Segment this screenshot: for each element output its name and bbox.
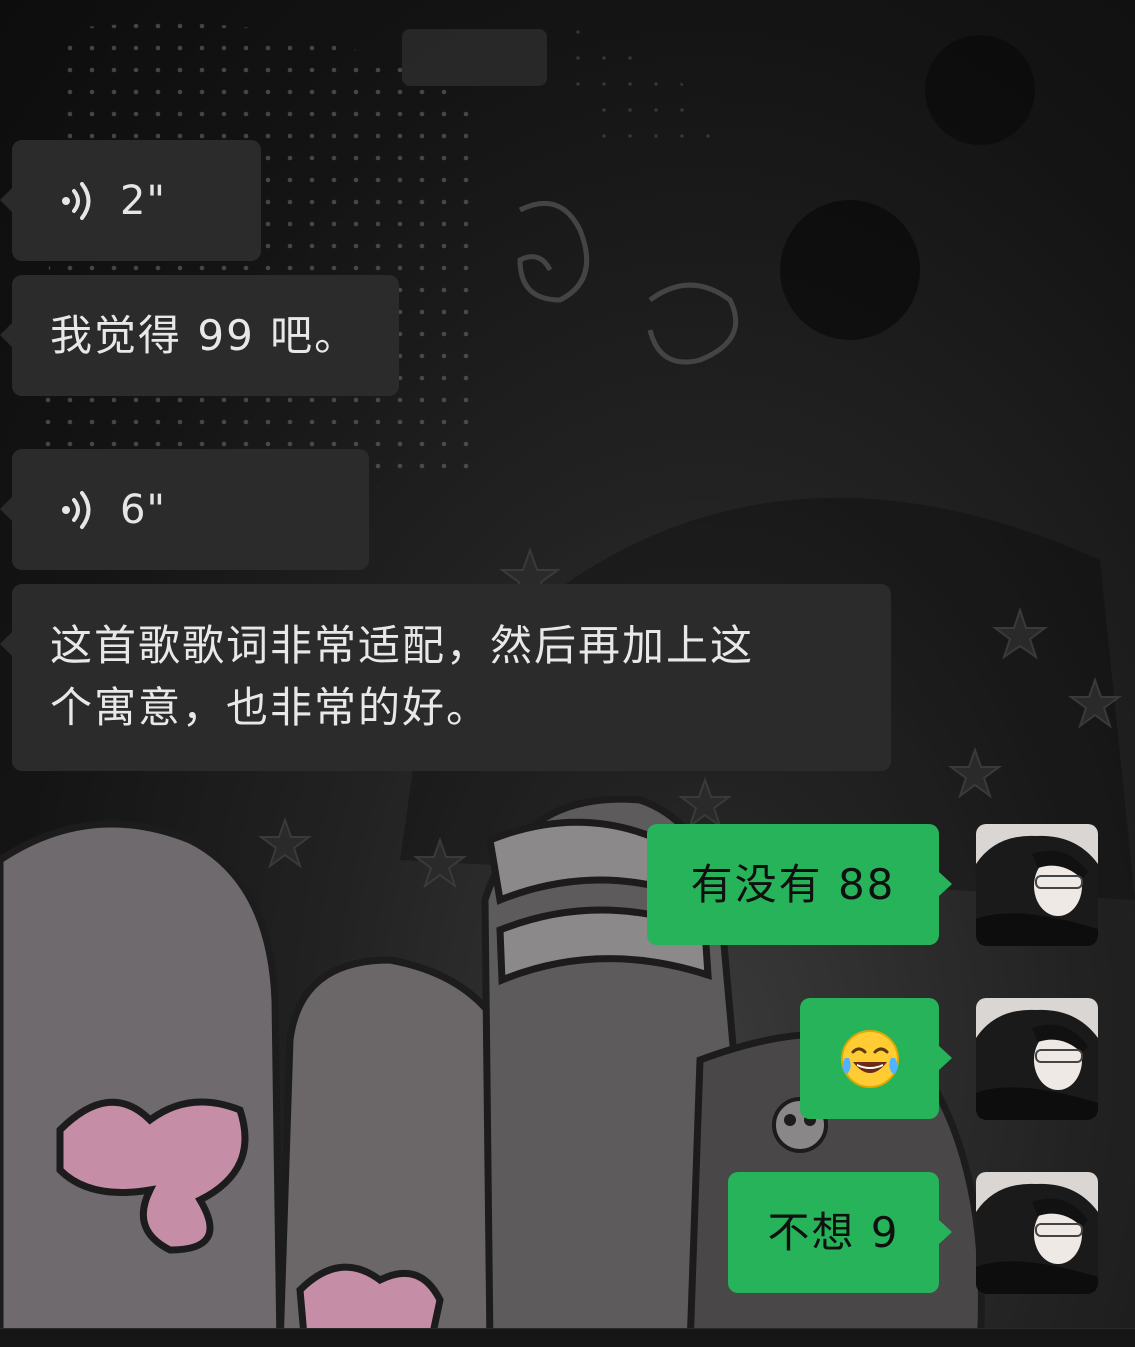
incoming-voice-message[interactable]: 6" [0,449,369,570]
voice-duration: 6" [120,486,166,533]
face-with-tears-of-joy-icon [840,1029,899,1088]
voice-wave-icon [62,490,91,529]
message-text: 有没有 88 [690,859,896,909]
incoming-text-message[interactable]: 我觉得 99 吧。 [0,275,399,396]
message-line: 个寓意，也非常的好。 [50,683,491,732]
message-text: 不想 9 [767,1207,900,1257]
input-bar-edge [0,1328,1135,1347]
message-text: 这首歌歌词非常适配，然后再加上这 个寓意，也非常的好。 [50,615,754,739]
chat-screen: 2" 我觉得 99 吧。 6" 这首歌歌词非常适配，然后再加上这 个寓意，也非常… [0,0,1135,1347]
avatar[interactable] [976,824,1098,946]
outgoing-emoji-message[interactable] [800,998,952,1119]
outgoing-text-message[interactable]: 不想 9 [728,1172,952,1293]
avatar[interactable] [976,1172,1098,1294]
message-text: 我觉得 99 吧。 [50,310,359,360]
incoming-voice-message[interactable]: 2" [0,140,261,261]
message-line: 这首歌歌词非常适配，然后再加上这 [50,621,755,670]
voice-wave-icon [62,181,91,220]
avatar-photo [976,998,1098,1120]
incoming-text-message[interactable]: 这首歌歌词非常适配，然后再加上这 个寓意，也非常的好。 [0,584,891,771]
avatar-photo [976,824,1098,946]
timestamp-pill [402,29,547,86]
avatar-photo [976,1172,1098,1294]
voice-duration: 2" [120,177,166,224]
outgoing-text-message[interactable]: 有没有 88 [647,824,952,945]
avatar[interactable] [976,998,1098,1120]
